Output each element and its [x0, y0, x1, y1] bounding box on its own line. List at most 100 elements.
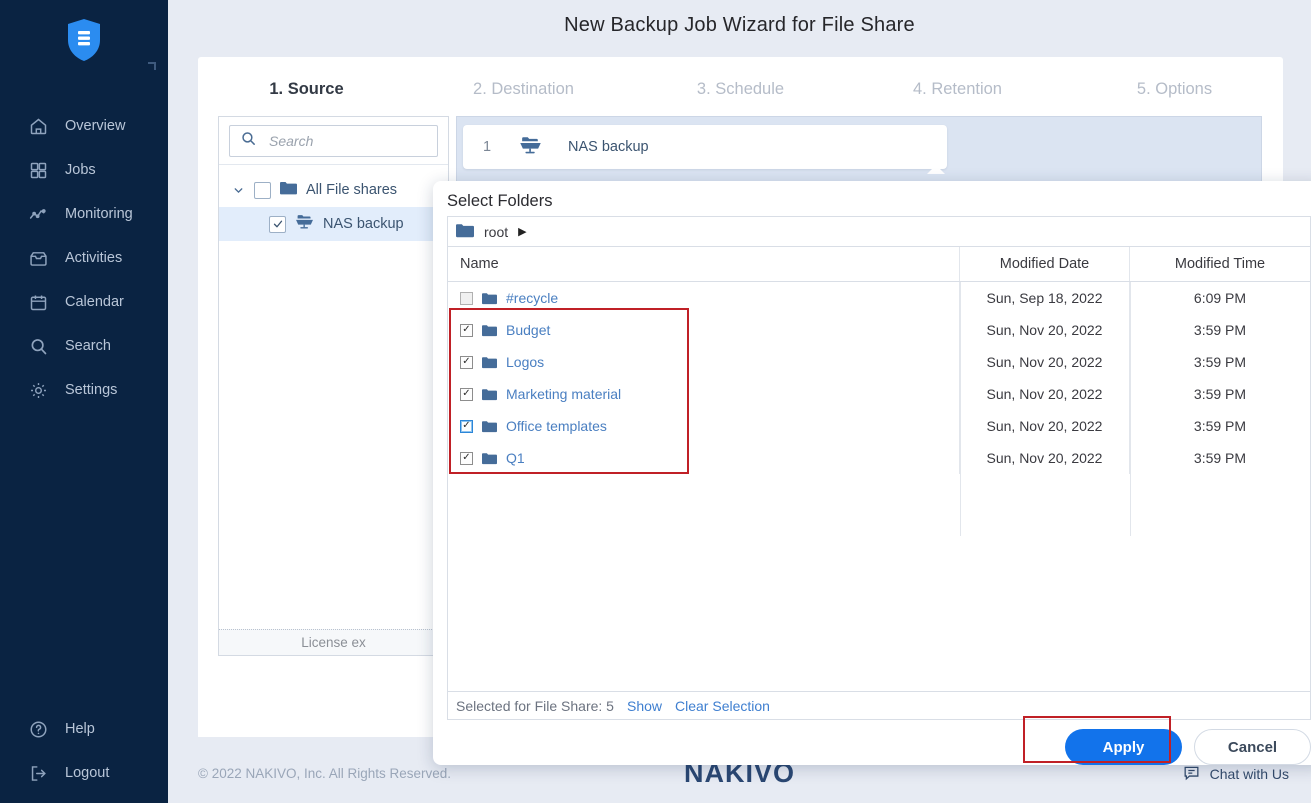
- chevron-right-icon[interactable]: ▶: [518, 225, 526, 238]
- calendar-icon: [28, 292, 49, 313]
- column-header-name[interactable]: Name: [448, 247, 960, 281]
- tree-item-all-file-shares[interactable]: All File shares: [219, 173, 448, 207]
- shield-icon: [68, 19, 100, 61]
- apply-button[interactable]: Apply: [1065, 729, 1182, 765]
- sidebar-item-label: Jobs: [65, 162, 96, 178]
- gear-icon: [28, 380, 49, 401]
- column-divider: [1130, 282, 1131, 536]
- folders-table: Name Modified Date Modified Time #recycl…: [447, 246, 1311, 692]
- table-row[interactable]: ✓ Office templates Sun, Nov 20, 2022 3:5…: [448, 410, 1310, 442]
- row-checkbox[interactable]: [460, 291, 473, 305]
- cell-modified-date: Sun, Nov 20, 2022: [960, 410, 1130, 442]
- table-row[interactable]: #recycle Sun, Sep 18, 2022 6:09 PM: [448, 282, 1310, 314]
- breadcrumb-label[interactable]: root: [484, 224, 508, 240]
- sidebar-item-help[interactable]: Help: [0, 707, 168, 751]
- tree-checkbox-checked[interactable]: [269, 215, 286, 233]
- folder-icon: [280, 181, 297, 199]
- folder-name[interactable]: Budget: [506, 322, 550, 338]
- column-divider: [960, 282, 961, 536]
- wizard-tabs: 1. Source 2. Destination 3. Schedule 4. …: [198, 57, 1283, 117]
- folder-icon: [482, 388, 497, 401]
- sidebar-item-label: Settings: [65, 382, 118, 398]
- folder-name[interactable]: Office templates: [506, 418, 607, 434]
- corner-mark: [148, 62, 156, 70]
- cell-name: #recycle: [448, 282, 960, 314]
- folder-name[interactable]: #recycle: [506, 290, 558, 306]
- nakivo-shield-logo[interactable]: [0, 18, 168, 67]
- sidebar-item-jobs[interactable]: Jobs: [0, 148, 168, 192]
- chat-with-us-button[interactable]: Chat with Us: [1182, 763, 1289, 785]
- dialog-title: Select Folders: [447, 192, 553, 210]
- sidebar-item-monitoring[interactable]: Monitoring: [0, 192, 168, 236]
- page-title: New Backup Job Wizard for File Share: [564, 14, 915, 36]
- cell-modified-date: Sun, Sep 18, 2022: [960, 282, 1130, 314]
- item-index: 1: [483, 139, 492, 155]
- row-checkbox[interactable]: ✓: [460, 323, 473, 337]
- sidebar-item-overview[interactable]: Overview: [0, 104, 168, 148]
- cell-name: ✓ Marketing material: [448, 378, 960, 410]
- row-checkbox[interactable]: ✓: [460, 355, 473, 369]
- selection-count-label: Selected for File Share: 5: [456, 697, 614, 714]
- file-share-tree: All File shares NAS backup: [219, 165, 448, 241]
- cell-modified-time: 3:59 PM: [1193, 322, 1247, 338]
- search-icon: [240, 130, 257, 152]
- search-input[interactable]: Search: [229, 124, 438, 157]
- show-selection-link[interactable]: Show: [627, 698, 662, 714]
- dialog-actions: Apply Cancel: [1065, 729, 1311, 765]
- sidebar-item-settings[interactable]: Settings: [0, 368, 168, 412]
- folder-name[interactable]: Q1: [506, 450, 525, 466]
- selected-item-card[interactable]: 1 NAS backup: [463, 125, 947, 169]
- tree-item-label: NAS backup: [323, 216, 404, 232]
- folder-icon: [482, 452, 497, 465]
- sidebar: Overview Jobs Monitoring Activities Cale…: [0, 0, 168, 803]
- clear-selection-link[interactable]: Clear Selection: [675, 698, 770, 714]
- app-root: Overview Jobs Monitoring Activities Cale…: [0, 0, 1311, 803]
- row-checkbox[interactable]: ✓: [460, 451, 473, 465]
- cell-name: ✓ Office templates: [448, 410, 960, 442]
- search-placeholder: Search: [269, 132, 314, 149]
- tree-checkbox[interactable]: [254, 181, 271, 199]
- tab-retention[interactable]: 4. Retention: [849, 76, 1066, 99]
- sidebar-item-activities[interactable]: Activities: [0, 236, 168, 280]
- cell-name: ✓ Logos: [448, 346, 960, 378]
- table-row[interactable]: ✓ Budget Sun, Nov 20, 2022 3:59 PM: [448, 314, 1310, 346]
- cell-modified-time: 3:59 PM: [1193, 354, 1247, 370]
- row-checkbox[interactable]: ✓: [460, 419, 473, 433]
- row-checkbox[interactable]: ✓: [460, 387, 473, 401]
- cell-modified-date: Sun, Nov 20, 2022: [960, 378, 1130, 410]
- chevron-down-icon[interactable]: [231, 184, 245, 197]
- folder-icon: [482, 356, 497, 369]
- cell-modified-date: Sun, Nov 20, 2022: [960, 346, 1130, 378]
- sidebar-item-calendar[interactable]: Calendar: [0, 280, 168, 324]
- tab-schedule[interactable]: 3. Schedule: [632, 76, 849, 99]
- selection-status-bar: Selected for File Share: 5 Show Clear Se…: [447, 692, 1311, 720]
- tab-options[interactable]: 5. Options: [1066, 76, 1283, 99]
- folder-icon: [482, 420, 497, 433]
- select-folders-dialog: Select Folders root ▶ Name Modified Date…: [433, 181, 1311, 765]
- breadcrumb[interactable]: root ▶: [447, 216, 1311, 246]
- sidebar-item-label: Monitoring: [65, 206, 133, 222]
- license-bar: License ex: [219, 629, 448, 655]
- cell-modified-time: 3:59 PM: [1193, 418, 1247, 434]
- sidebar-item-label: Logout: [65, 765, 110, 781]
- table-row[interactable]: ✓ Marketing material Sun, Nov 20, 2022 3…: [448, 378, 1310, 410]
- sidebar-bottom-nav: Help Logout: [0, 707, 168, 795]
- table-row[interactable]: ✓ Logos Sun, Nov 20, 2022 3:59 PM: [448, 346, 1310, 378]
- cell-modified-time: 3:59 PM: [1193, 386, 1247, 402]
- column-header-modified-time[interactable]: Modified Time: [1130, 247, 1310, 281]
- nas-share-icon: [519, 136, 542, 159]
- selected-item-label: NAS backup: [568, 139, 649, 155]
- tree-item-nas-backup[interactable]: NAS backup: [219, 207, 448, 241]
- cancel-button[interactable]: Cancel: [1194, 729, 1311, 765]
- folder-name[interactable]: Marketing material: [506, 386, 621, 402]
- sidebar-item-logout[interactable]: Logout: [0, 751, 168, 795]
- folder-name[interactable]: Logos: [506, 354, 544, 370]
- tab-source[interactable]: 1. Source: [198, 76, 415, 99]
- tab-destination[interactable]: 2. Destination: [415, 76, 632, 99]
- home-icon: [28, 116, 49, 137]
- chart-line-icon: [28, 204, 49, 225]
- sidebar-item-search[interactable]: Search: [0, 324, 168, 368]
- table-row[interactable]: ✓ Q1 Sun, Nov 20, 2022 3:59 PM: [448, 442, 1310, 474]
- column-header-modified-date[interactable]: Modified Date: [960, 247, 1130, 281]
- tree-item-label: All File shares: [306, 182, 398, 198]
